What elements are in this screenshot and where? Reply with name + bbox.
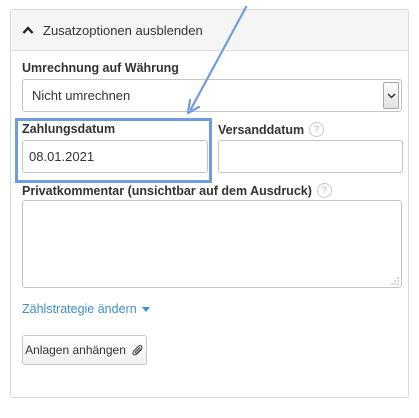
shipping-date-input[interactable] <box>218 140 403 173</box>
question-icon[interactable]: ? <box>316 183 332 198</box>
payment-date-label: Zahlungsdatum <box>22 122 116 136</box>
currency-selected-value: Nicht umrechnen <box>32 88 131 103</box>
toggle-additional-options[interactable]: Zusatzoptionen ausblenden <box>11 10 408 51</box>
caret-down-icon <box>141 306 150 312</box>
chevron-up-icon <box>22 26 34 34</box>
paperclip-icon <box>132 344 143 356</box>
chevron-down-icon <box>386 92 396 99</box>
question-icon[interactable]: ? <box>309 122 325 137</box>
attach-files-button[interactable]: Anlagen anhängen <box>22 335 147 365</box>
currency-label: Umrechnung auf Währung <box>22 61 179 75</box>
private-comment-label: Privatkommentar (unsichtbar auf dem Ausd… <box>22 183 332 198</box>
private-comment-textarea[interactable] <box>22 200 402 288</box>
resize-grip-icon[interactable] <box>391 277 399 285</box>
toggle-label: Zusatzoptionen ausblenden <box>43 22 203 38</box>
currency-select[interactable]: Nicht umrechnen <box>22 79 402 112</box>
shipping-date-label: Versanddatum ? <box>218 122 325 137</box>
payment-date-input[interactable]: 08.01.2021 <box>22 140 208 173</box>
change-counting-strategy-link[interactable]: Zählstrategie ändern <box>22 302 150 316</box>
dropdown-button[interactable] <box>383 82 399 109</box>
